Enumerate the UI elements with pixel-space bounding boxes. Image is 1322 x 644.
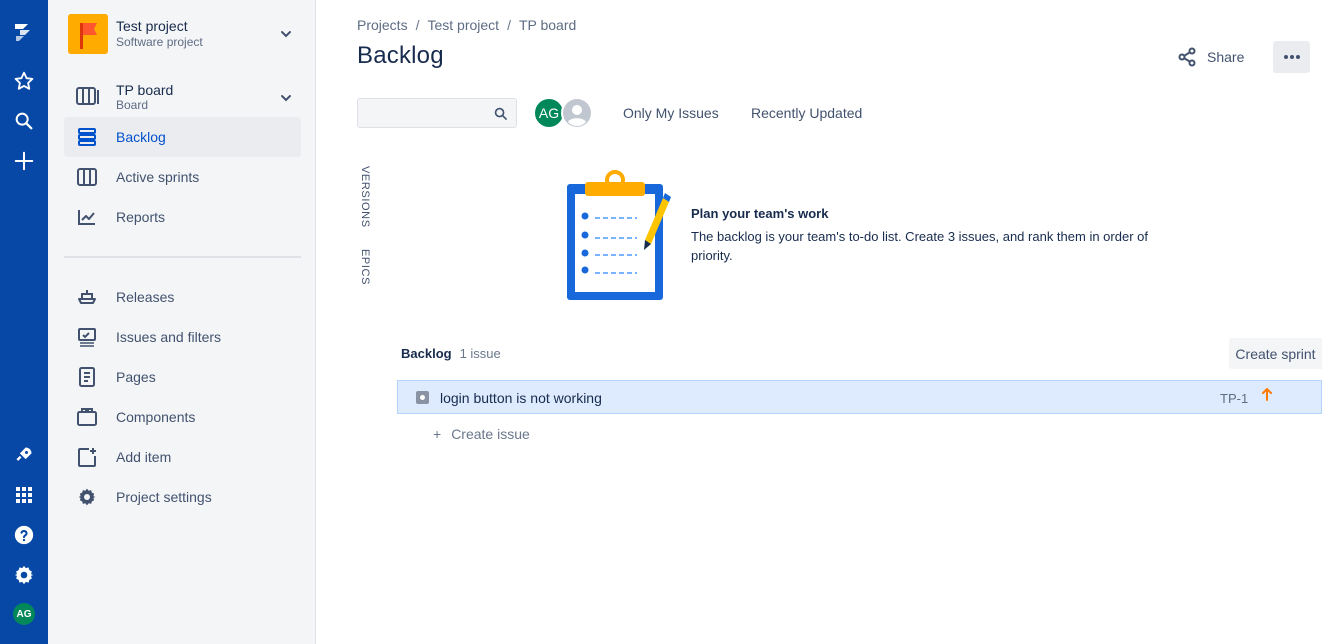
sidebar-item-issues-and-filters[interactable]: Issues and filters xyxy=(64,317,301,357)
sidebar-item-pages[interactable]: Pages xyxy=(64,357,301,397)
project-sidebar: Test project Software project TP board B… xyxy=(48,0,316,644)
board-switcher[interactable]: TP board Board xyxy=(64,76,300,116)
board-columns-icon xyxy=(76,167,98,187)
tab-versions[interactable]: VERSIONS xyxy=(359,166,371,228)
quick-filter-recently-updated[interactable]: Recently Updated xyxy=(751,105,862,121)
sidebar-item-label: Project settings xyxy=(116,489,212,505)
search-icon xyxy=(494,107,507,120)
board-name: TP board xyxy=(116,82,174,98)
breadcrumb: Projects / Test project / TP board xyxy=(357,17,577,33)
rocket-icon[interactable] xyxy=(4,439,44,471)
backlog-header: Backlog 1 issue xyxy=(401,346,501,361)
board-type: Board xyxy=(116,98,149,112)
task-type-icon xyxy=(416,391,429,404)
priority-high-icon xyxy=(1260,387,1274,406)
create-issue-label: Create issue xyxy=(451,426,530,442)
sidebar-item-label: Pages xyxy=(116,369,156,385)
project-name: Test project xyxy=(116,18,188,34)
sidebar-item-label: Active sprints xyxy=(116,169,200,185)
sidebar-item-backlog[interactable]: Backlog xyxy=(64,117,301,157)
backlog-title: Backlog xyxy=(401,346,452,361)
issue-summary: login button is not working xyxy=(440,390,602,406)
user-placeholder-icon xyxy=(563,99,591,127)
sidebar-divider xyxy=(64,256,301,258)
breadcrumb-project[interactable]: Test project xyxy=(427,17,499,33)
component-icon xyxy=(76,407,98,427)
project-type: Software project xyxy=(116,35,203,49)
page-title: Backlog xyxy=(357,42,444,69)
backlog-issue-count: 1 issue xyxy=(459,346,501,361)
issue-key[interactable]: TP-1 xyxy=(1220,391,1248,406)
share-icon xyxy=(1178,47,1196,67)
help-icon[interactable] xyxy=(4,519,44,551)
sidebar-item-label: Reports xyxy=(116,209,166,225)
project-switcher[interactable]: Test project Software project xyxy=(68,14,298,54)
project-avatar xyxy=(68,14,108,54)
settings-icon[interactable] xyxy=(4,559,44,591)
breadcrumb-projects[interactable]: Projects xyxy=(357,17,408,33)
ship-icon xyxy=(76,287,98,307)
plus-icon[interactable] xyxy=(4,145,44,177)
sidebar-item-label: Backlog xyxy=(116,129,166,145)
sidebar-item-releases[interactable]: Releases xyxy=(64,277,301,317)
sidebar-item-active-sprints[interactable]: Active sprints xyxy=(64,157,301,197)
breadcrumb-board[interactable]: TP board xyxy=(519,17,576,33)
sidebar-item-label: Add item xyxy=(116,449,172,465)
clipboard-illustration xyxy=(563,168,675,302)
star-icon[interactable] xyxy=(4,65,44,97)
sidebar-item-reports[interactable]: Reports xyxy=(64,197,301,237)
board-icon xyxy=(76,86,100,111)
search-icon[interactable] xyxy=(4,105,44,137)
user-avatar[interactable]: AG xyxy=(4,598,44,630)
share-label: Share xyxy=(1207,49,1245,65)
search-input[interactable] xyxy=(358,99,488,127)
chevron-down-icon xyxy=(281,95,291,102)
user-avatar-initials: AG xyxy=(13,603,35,625)
chevron-down-icon xyxy=(281,31,291,38)
global-navigation: AG xyxy=(0,0,48,644)
sidebar-item-label: Releases xyxy=(116,289,175,305)
chart-icon xyxy=(76,207,98,227)
unassigned-filter-avatar[interactable] xyxy=(561,97,593,129)
more-actions-button[interactable] xyxy=(1273,41,1310,73)
share-button[interactable]: Share xyxy=(1177,42,1277,72)
issues-icon xyxy=(76,327,98,347)
main-content: Projects / Test project / TP board Backlog S… xyxy=(317,0,1322,644)
more-icon xyxy=(1283,55,1300,59)
search-field xyxy=(357,98,517,128)
empty-state-title: Plan your team's work xyxy=(691,206,829,221)
page-icon xyxy=(76,367,98,387)
gear-icon xyxy=(76,487,98,507)
backlog-icon xyxy=(76,127,98,147)
plus-icon: + xyxy=(433,426,442,442)
jira-logo-icon[interactable] xyxy=(4,16,44,48)
sidebar-item-add-item[interactable]: Add item xyxy=(64,437,301,477)
sidebar-item-label: Components xyxy=(116,409,196,425)
create-issue-button[interactable]: + Create issue xyxy=(433,426,530,442)
sidebar-item-components[interactable]: Components xyxy=(64,397,301,437)
sidebar-item-project-settings[interactable]: Project settings xyxy=(64,477,301,517)
empty-state-description: The backlog is your team's to-do list. C… xyxy=(691,229,1148,263)
sidebar-item-label: Issues and filters xyxy=(116,329,222,345)
quick-filter-only-my-issues[interactable]: Only My Issues xyxy=(623,105,719,121)
tab-epics[interactable]: EPICS xyxy=(359,249,371,285)
issue-row[interactable]: login button is not working TP-1 xyxy=(397,380,1322,414)
app-switcher-icon[interactable] xyxy=(4,479,44,511)
add-item-icon xyxy=(76,447,98,467)
create-sprint-button[interactable]: Create sprint xyxy=(1229,338,1322,369)
